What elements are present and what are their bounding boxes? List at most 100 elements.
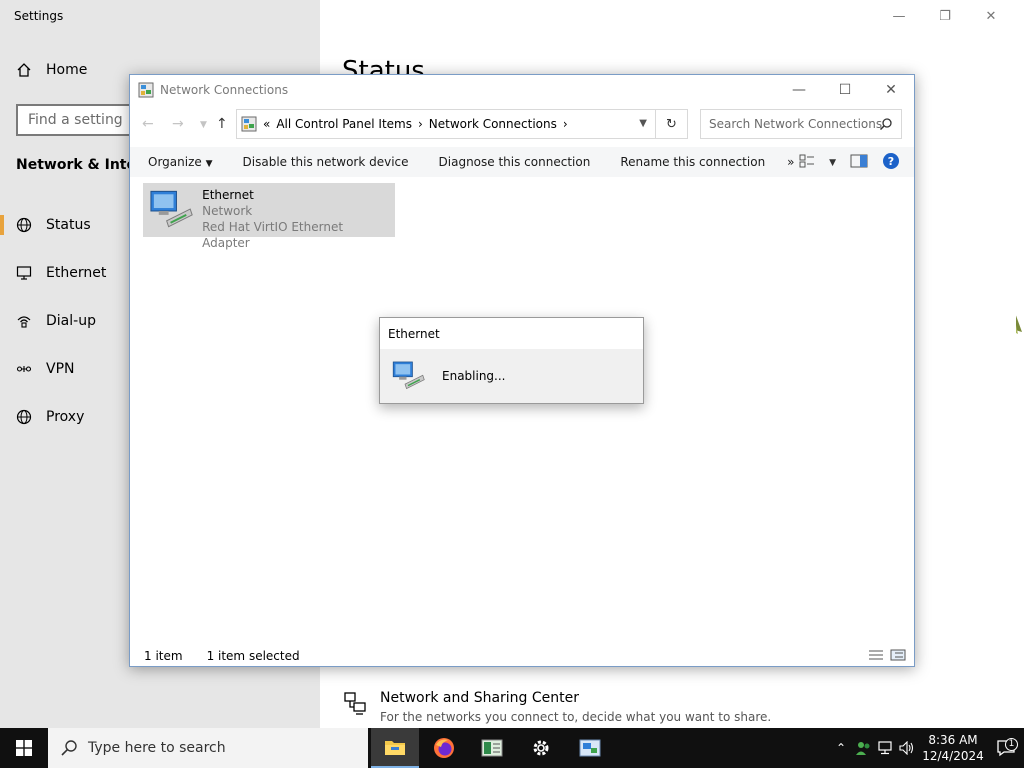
settings-window-controls: — ❐ ✕ [876,4,1014,28]
adapter-name: Ethernet [202,188,254,202]
diagnose-connection-button[interactable]: Diagnose this connection [409,155,591,169]
control-panel-icon [241,116,257,132]
breadcrumb-item[interactable]: Network Connections [429,117,557,131]
clock-time: 8:36 AM [928,733,978,747]
search-network-connections-input[interactable]: Search Network Connections [700,109,902,139]
item-count: 1 item [144,649,183,663]
taskbar-network-connections[interactable] [566,728,614,768]
search-icon [879,118,892,131]
home-icon [17,63,31,77]
taskbar: Type here to search ⌃ 8:36 AM 12/4/2024 … [0,728,1024,768]
status-bar: 1 item 1 item selected [130,645,914,667]
recent-locations-chevron-icon[interactable]: ▼ [200,120,207,130]
enabling-progress-dialog: Ethernet Enabling... [379,317,644,404]
home-link[interactable]: Home [16,62,87,78]
ethernet-adapter-item[interactable]: Ethernet Network Red Hat VirtIO Ethernet… [143,183,395,250]
breadcrumb-chevron-icon[interactable]: › [418,117,423,131]
sidebar-item-label: VPN [46,361,75,377]
preview-pane-icon[interactable] [850,154,868,171]
rename-connection-button[interactable]: Rename this connection [590,155,765,169]
file-explorer-icon [385,741,405,755]
change-view-icon[interactable] [799,154,815,171]
home-label: Home [46,62,88,78]
connections-list: Ethernet Network Red Hat VirtIO Ethernet… [130,179,914,645]
up-arrow-icon[interactable]: ↑ [216,116,228,132]
settings-window-title: Settings [14,9,64,23]
taskbar-file-explorer[interactable] [371,728,419,768]
svg-text:?: ? [888,155,894,168]
vpn-icon [16,366,32,372]
taskbar-clock[interactable]: 8:36 AM 12/4/2024 [918,732,988,764]
restore-icon[interactable]: ❐ [922,4,968,28]
minimize-icon[interactable]: — [876,4,922,28]
selected-count: 1 item selected [206,649,300,663]
minimize-icon[interactable]: — [776,75,822,105]
back-arrow-icon[interactable]: ← [142,116,154,132]
notepad-icon [481,739,503,757]
taskbar-settings[interactable] [517,728,565,768]
breadcrumb-overflow-icon[interactable]: « [263,117,270,131]
organize-menu[interactable]: Organize ▼ [130,155,213,169]
chevron-down-icon: ▼ [205,159,213,169]
windows-logo-icon [16,740,32,756]
tiles-view-icon[interactable] [890,649,906,664]
start-button[interactable] [0,728,48,768]
action-center-button[interactable]: 1 [988,738,1024,757]
globe-icon [16,409,32,425]
search-icon [61,740,77,756]
status-view-switcher [868,649,906,664]
taskbar-search-placeholder: Type here to search [88,740,226,756]
refresh-icon: ↻ [666,116,677,132]
view-dropdown-icon[interactable]: ▼ [829,158,836,168]
address-row: ← → ▼ ↑ « All Control Panel Items › Netw… [130,109,916,141]
details-view-icon[interactable] [868,649,884,664]
system-tray: ⌃ 8:36 AM 12/4/2024 1 [830,728,1024,768]
network-sharing-center-link[interactable]: Network and Sharing Center For the netwo… [342,690,771,724]
network-connections-title: Network Connections [160,83,289,97]
maximize-icon[interactable]: ☐ [822,75,868,105]
dialog-body: Enabling... [380,349,643,403]
address-bar[interactable]: « All Control Panel Items › Network Conn… [236,109,656,139]
forward-arrow-icon[interactable]: → [172,116,184,132]
network-adapter-icon [392,361,425,390]
view-options: ▼ ? [799,152,900,173]
network-connections-icon [579,739,601,757]
more-commands-button[interactable]: » [765,155,794,169]
breadcrumb-item[interactable]: All Control Panel Items [276,117,412,131]
refresh-button[interactable]: ↻ [656,109,688,139]
dialup-icon [17,316,31,328]
show-hidden-icons-chevron-icon[interactable]: ⌃ [830,741,852,755]
network-connections-icon [138,82,154,98]
network-connections-window-controls: — ☐ ✕ [776,75,914,105]
taskbar-firefox[interactable] [420,728,468,768]
sharing-center-description: For the networks you connect to, decide … [380,710,772,724]
globe-icon [16,217,32,233]
sidebar-item-label: Status [46,217,91,233]
taskbar-notepad[interactable] [468,728,516,768]
help-icon[interactable]: ? [882,152,900,173]
sharing-center-icon [344,692,366,715]
monitor-icon [16,266,32,280]
close-icon[interactable]: ✕ [868,75,914,105]
search-placeholder: Search Network Connections [709,117,883,131]
taskbar-search-input[interactable]: Type here to search [48,728,368,768]
close-icon[interactable]: ✕ [968,4,1014,28]
network-status-icon[interactable] [874,741,896,755]
clock-date: 12/4/2024 [922,749,984,763]
disable-device-button[interactable]: Disable this network device [213,155,409,169]
notification-badge: 1 [1005,738,1018,751]
breadcrumb-chevron-icon[interactable]: › [563,117,568,131]
address-dropdown-icon[interactable]: ▼ [639,118,647,129]
command-bar: Organize ▼ Disable this network device D… [130,147,914,177]
settings-gear-icon [533,740,549,756]
volume-icon[interactable] [896,741,918,755]
find-setting-placeholder: Find a setting [28,112,123,128]
adapter-status: Network [202,204,253,218]
sidebar-item-label: Ethernet [46,265,107,281]
organize-label: Organize [148,155,202,169]
firefox-icon [434,738,454,758]
dialog-message: Enabling... [442,369,506,383]
dialog-title: Ethernet [380,318,643,349]
sidebar-item-label: Dial-up [46,313,96,329]
people-status-icon[interactable] [852,740,874,756]
